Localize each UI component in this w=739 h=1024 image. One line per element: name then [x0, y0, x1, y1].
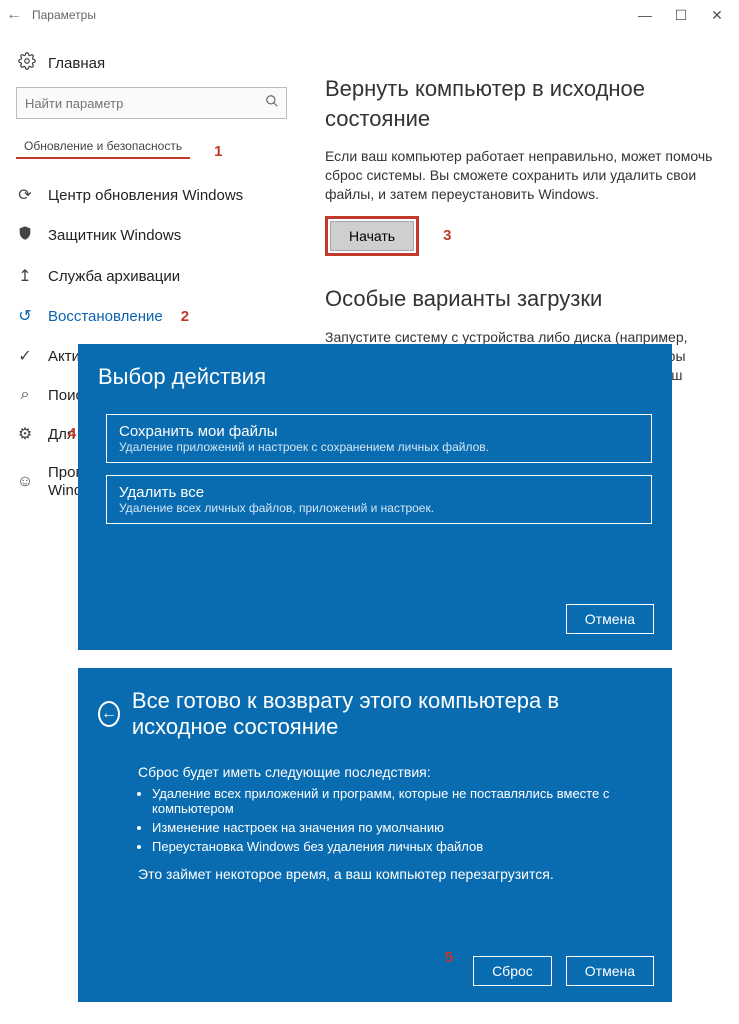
dialog-ready-after: Это займет некоторое время, а ваш компью… [138, 866, 652, 882]
magnifier-icon: ⌕ [14, 386, 36, 404]
history-icon: ↺ [14, 306, 36, 326]
dialog-ready-cancel-button[interactable]: Отмена [566, 956, 654, 986]
section-reset-heading: Вернуть компьютер в исходное состояние [325, 74, 715, 133]
annotation-2: 2 [181, 308, 189, 325]
back-circle-icon[interactable]: ← [98, 701, 120, 727]
sidebar-item-recovery[interactable]: ↺ Восстановление 2 [8, 296, 295, 336]
window-title: Параметры [32, 8, 96, 22]
annotation-highlight-3: Начать [325, 216, 419, 256]
gear-icon [16, 52, 38, 75]
dialog-choose-cancel-button[interactable]: Отмена [566, 604, 654, 634]
minimize-icon[interactable]: — [627, 7, 663, 23]
insider-icon: ☺ [14, 473, 36, 491]
close-icon[interactable]: ✕ [699, 7, 735, 24]
sidebar-home-label: Главная [48, 55, 105, 72]
bullet-item: Переустановка Windows без удаления личны… [152, 839, 652, 854]
sidebar-item-defender[interactable]: Защитник Windows [8, 215, 295, 256]
bullet-item: Изменение настроек на значения по умолча… [152, 820, 652, 835]
window-titlebar: ← Параметры — ☐ ✕ [0, 0, 739, 30]
sidebar-item-update[interactable]: ⟳ Центр обновления Windows [8, 175, 295, 215]
sidebar-item-backup[interactable]: ↥ Служба архивации [8, 256, 295, 296]
reset-begin-button[interactable]: Начать [330, 221, 414, 251]
dialog-ready-title: Все готово к возврату этого компьютера в… [132, 688, 652, 740]
choice-subtitle: Удаление всех личных файлов, приложений … [119, 501, 639, 515]
annotation-1: 1 [214, 143, 222, 160]
archive-icon: ↥ [14, 266, 36, 286]
sidebar-item-label: Служба архивации [48, 268, 180, 285]
section-reset-text: Если ваш компьютер работает неправильно,… [325, 147, 715, 204]
annotation-4: 4 [68, 425, 76, 442]
choice-subtitle: Удаление приложений и настроек с сохране… [119, 440, 639, 454]
shield-icon [14, 225, 36, 246]
dialog-choose-action: Выбор действия Сохранить мои файлы Удале… [78, 344, 672, 650]
search-input[interactable] [17, 96, 258, 111]
back-icon[interactable]: ← [4, 6, 24, 24]
annotation-3: 3 [443, 226, 451, 246]
maximize-icon[interactable]: ☐ [663, 7, 699, 24]
choice-keep-files[interactable]: Сохранить мои файлы Удаление приложений … [106, 414, 652, 463]
sidebar-section-label: Обновление и безопасность [16, 137, 190, 159]
dialog-choose-title: Выбор действия [98, 364, 652, 390]
sidebar-item-label: Защитник Windows [48, 227, 181, 244]
search-icon [258, 94, 286, 113]
section-advanced-heading: Особые варианты загрузки [325, 284, 715, 314]
choice-title: Удалить все [119, 484, 639, 501]
sidebar-home[interactable]: Главная [8, 48, 295, 79]
sidebar-item-label: Восстановление [48, 308, 163, 325]
dialog-ready-reset: ← Все готово к возврату этого компьютера… [78, 668, 672, 1002]
check-circle-icon: ✓ [14, 346, 36, 366]
sync-icon: ⟳ [14, 185, 36, 205]
dialog-ready-reset-button[interactable]: Сброс [473, 956, 552, 986]
choice-remove-all[interactable]: Удалить все Удаление всех личных файлов,… [106, 475, 652, 524]
bullet-item: Удаление всех приложений и программ, кот… [152, 786, 652, 816]
dialog-ready-bullets: Удаление всех приложений и программ, кот… [152, 786, 652, 854]
annotation-5: 5 [445, 949, 453, 966]
choice-title: Сохранить мои файлы [119, 423, 639, 440]
search-field[interactable] [16, 87, 287, 119]
sidebar-item-label: Центр обновления Windows [48, 187, 243, 204]
developer-icon: ⚙ [14, 424, 36, 444]
dialog-ready-intro: Сброс будет иметь следующие последствия: [138, 764, 652, 780]
